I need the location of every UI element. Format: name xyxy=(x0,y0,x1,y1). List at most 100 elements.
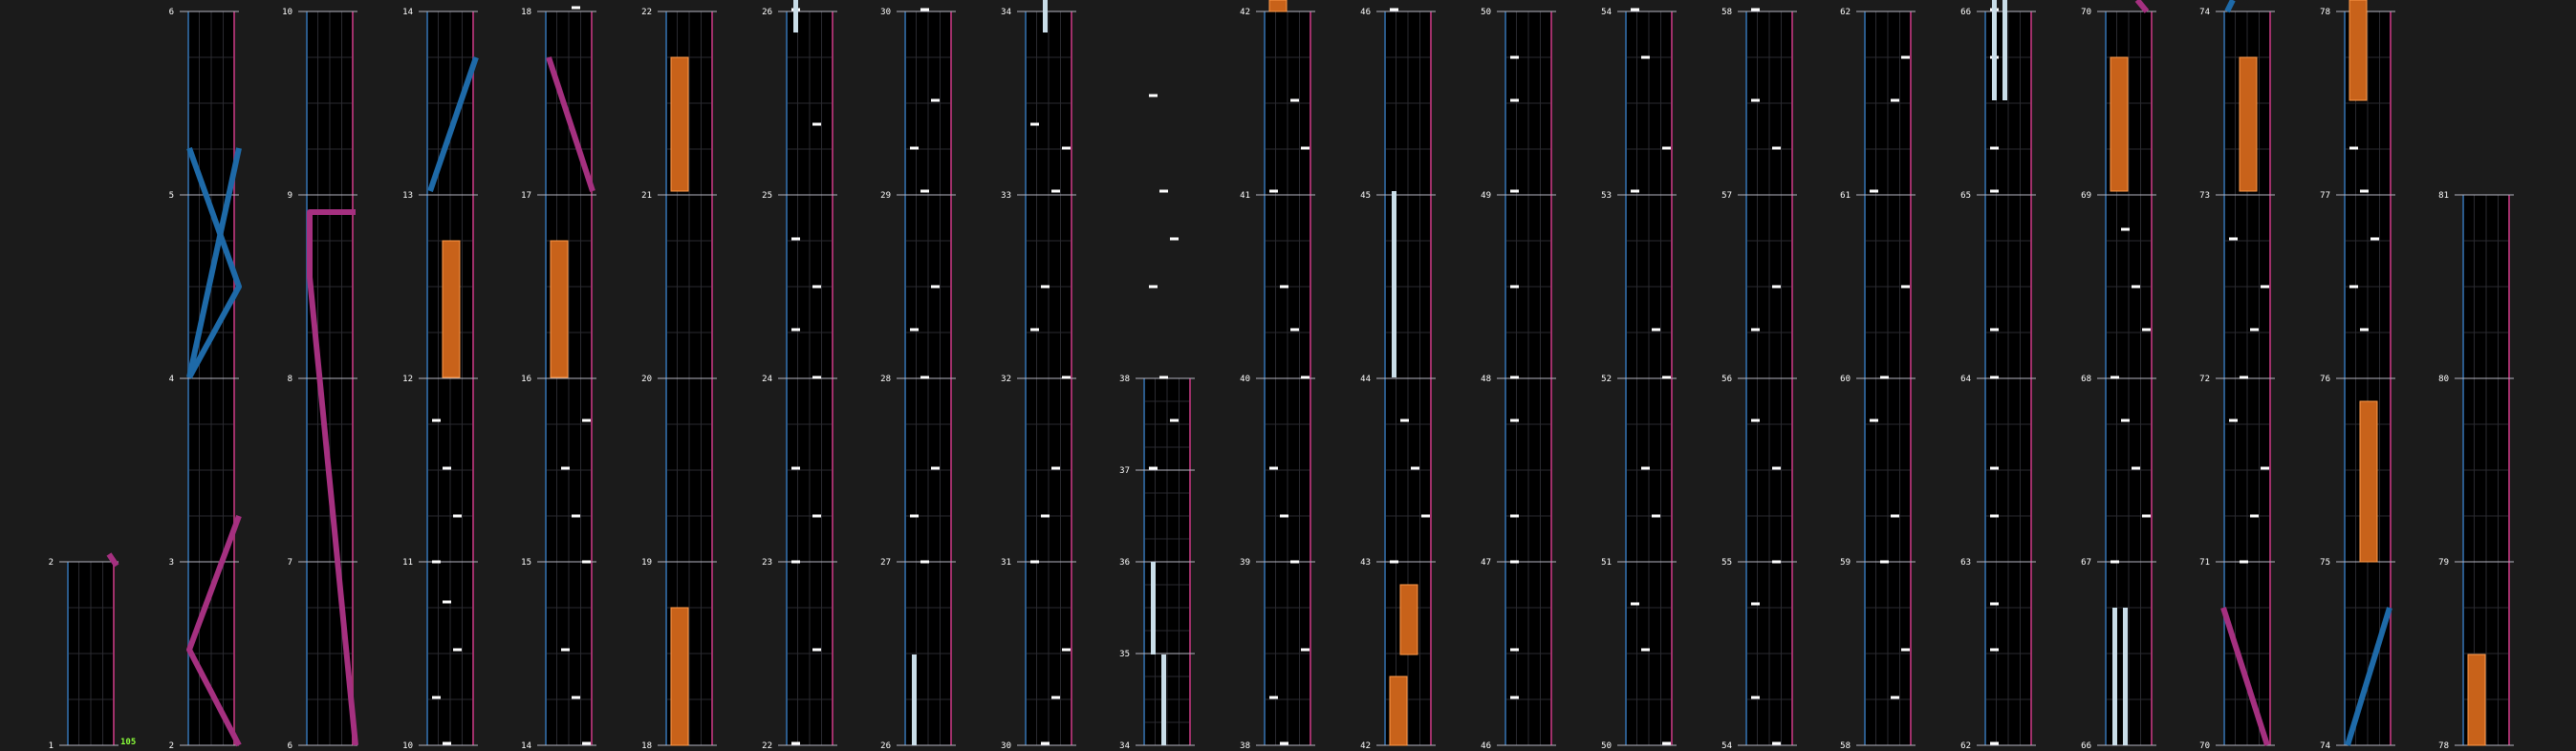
tap-note xyxy=(1280,285,1288,289)
tap-note xyxy=(1269,696,1278,699)
tap-note xyxy=(432,560,441,564)
tap-note xyxy=(1631,8,1639,11)
tap-note xyxy=(1301,648,1310,652)
tap-note xyxy=(812,514,821,518)
tap-note xyxy=(920,189,929,193)
tap-note xyxy=(1891,98,1899,102)
tap-note xyxy=(1400,418,1409,422)
tap-note xyxy=(1301,376,1310,379)
measure-number: 14 xyxy=(402,8,413,17)
measure-number: 10 xyxy=(402,741,413,751)
measure-number: 32 xyxy=(1001,375,1011,384)
tap-note xyxy=(1901,55,1910,59)
lane-column xyxy=(298,11,357,746)
tap-note xyxy=(572,6,580,10)
tap-note xyxy=(931,98,940,102)
tap-note xyxy=(1990,376,1999,379)
measure-number: 54 xyxy=(1601,8,1612,17)
tap-note xyxy=(1510,98,1519,102)
measure-number: 26 xyxy=(762,8,772,17)
tap-note xyxy=(1510,696,1519,699)
hold-note xyxy=(2467,654,2486,746)
hold-note xyxy=(2239,56,2258,192)
tap-note xyxy=(1751,98,1760,102)
tap-note xyxy=(1510,189,1519,193)
measure-number: 37 xyxy=(1119,466,1130,476)
lane-column xyxy=(1977,11,2036,746)
tap-note xyxy=(1062,376,1071,379)
measure-number: 43 xyxy=(1360,558,1371,568)
tap-note xyxy=(2349,285,2358,289)
tap-note xyxy=(1170,237,1179,241)
measure-number: 81 xyxy=(2438,191,2449,201)
tap-note xyxy=(1990,602,1999,606)
tap-note xyxy=(1990,741,1999,745)
tap-note xyxy=(1041,741,1050,745)
hold-note xyxy=(1399,584,1418,655)
tap-note xyxy=(2142,514,2151,518)
tap-note xyxy=(453,648,462,652)
tap-note xyxy=(1159,376,1168,379)
tap-note xyxy=(572,696,580,699)
measure-number: 46 xyxy=(1360,8,1371,17)
measure-number: 18 xyxy=(641,741,652,751)
tap-note xyxy=(1062,648,1071,652)
tap-note xyxy=(2360,189,2369,193)
tap-note xyxy=(2349,146,2358,150)
measure-number: 10 xyxy=(282,8,292,17)
tap-note xyxy=(1751,8,1760,11)
tap-note xyxy=(1772,560,1781,564)
tap-note xyxy=(443,741,451,745)
long-note xyxy=(1151,562,1156,654)
measure-number: 62 xyxy=(1840,8,1851,17)
measure-number: 44 xyxy=(1360,375,1371,384)
tap-note xyxy=(1891,696,1899,699)
tap-note xyxy=(910,328,919,332)
tap-note xyxy=(572,514,580,518)
tap-note xyxy=(1772,285,1781,289)
measure-number: 31 xyxy=(1001,558,1011,568)
tap-note xyxy=(2121,418,2130,422)
measure-number: 9 xyxy=(288,191,292,201)
measure-number: 50 xyxy=(1601,741,1612,751)
measure-number: 3 xyxy=(169,558,174,568)
measure-number: 58 xyxy=(1840,741,1851,751)
tap-note xyxy=(1510,514,1519,518)
tap-note xyxy=(1751,328,1760,332)
long-note xyxy=(2112,608,2117,745)
measure-number: 6 xyxy=(288,741,292,751)
tap-note xyxy=(1411,466,1419,470)
tap-note xyxy=(1662,146,1671,150)
measure-number: 78 xyxy=(2438,741,2449,751)
measure-number: 76 xyxy=(2320,375,2330,384)
lane-layer xyxy=(59,11,2514,746)
measure-number: 49 xyxy=(1481,191,1491,201)
measure-number: 27 xyxy=(880,558,891,568)
tap-note xyxy=(1510,55,1519,59)
measure-number: 58 xyxy=(1721,8,1732,17)
long-note xyxy=(1043,0,1048,32)
measure-number: 25 xyxy=(762,191,772,201)
tap-note xyxy=(1891,514,1899,518)
tap-note xyxy=(931,466,940,470)
measure-number: 55 xyxy=(1721,558,1732,568)
tap-note xyxy=(1149,285,1158,289)
measure-number: 53 xyxy=(1601,191,1612,201)
lane-column xyxy=(778,11,837,746)
tap-note xyxy=(2121,227,2130,231)
measure-number: 39 xyxy=(1240,558,1250,568)
hold-note xyxy=(2359,400,2378,563)
tap-note xyxy=(1772,741,1781,745)
measure-number: 34 xyxy=(1001,8,1011,17)
measure-number: 52 xyxy=(1601,375,1612,384)
long-note xyxy=(1392,191,1396,377)
measure-number: 11 xyxy=(402,558,413,568)
measure-number: 65 xyxy=(1960,191,1971,201)
measure-number: 70 xyxy=(2081,8,2091,17)
measure-number: 22 xyxy=(762,741,772,751)
tap-note xyxy=(791,741,800,745)
tap-note xyxy=(1631,602,1639,606)
tap-note xyxy=(443,600,451,604)
long-note xyxy=(912,654,917,745)
tap-note xyxy=(910,146,919,150)
